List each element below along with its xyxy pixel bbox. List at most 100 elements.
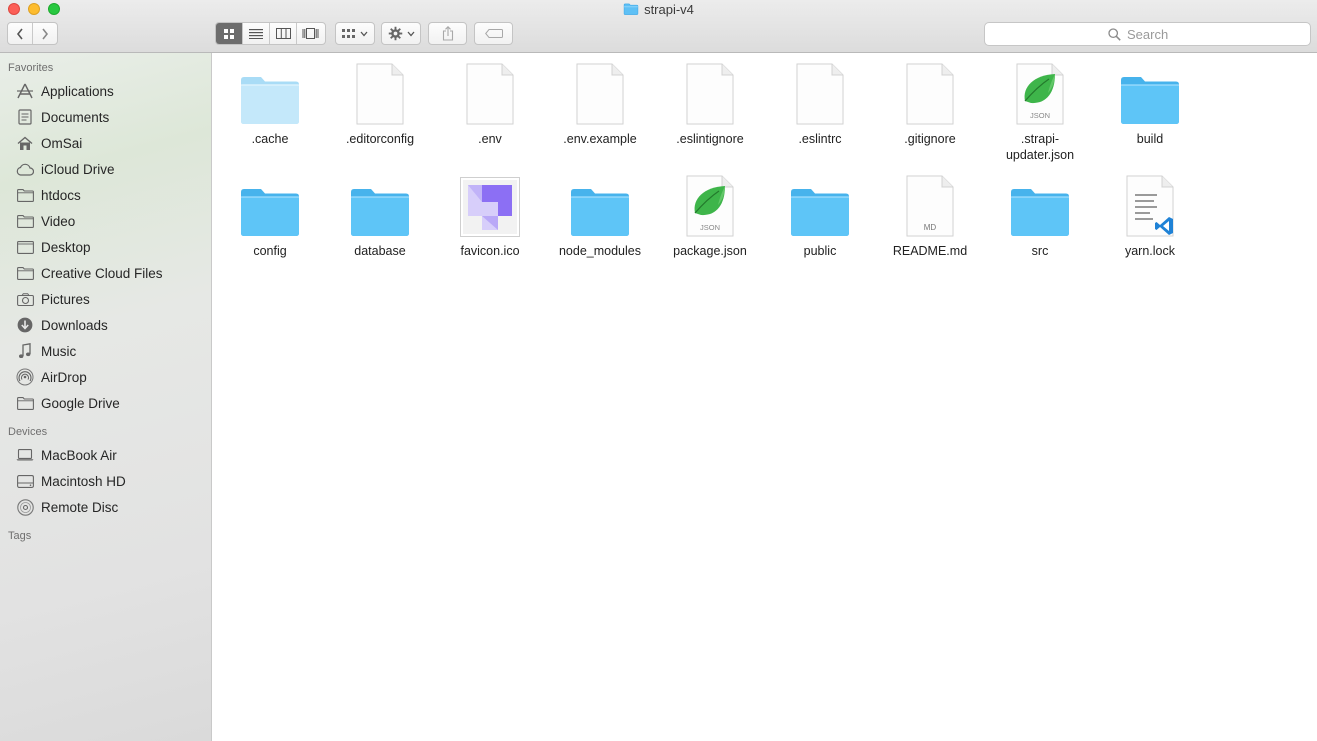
sidebar-item-airdrop[interactable]: AirDrop <box>0 364 211 390</box>
file-item[interactable]: public <box>765 173 875 259</box>
sidebar-item-music[interactable]: Music <box>0 338 211 364</box>
sidebar-item-htdocs[interactable]: htdocs <box>0 182 211 208</box>
document-icon <box>678 61 742 125</box>
documents-icon <box>16 109 34 125</box>
file-item[interactable]: .eslintignore <box>655 61 765 147</box>
file-item[interactable]: .env <box>435 61 545 147</box>
sidebar-item-label: Applications <box>41 83 114 99</box>
sidebar-item-label: Creative Cloud Files <box>41 265 163 281</box>
folder-icon <box>16 187 34 203</box>
file-item[interactable]: .cache <box>215 61 325 147</box>
sidebar-item-google-drive[interactable]: Google Drive <box>0 390 211 416</box>
column-view-button[interactable] <box>270 23 297 44</box>
sidebar-item-label: Desktop <box>41 239 91 255</box>
file-item[interactable]: config <box>215 173 325 259</box>
file-name: build <box>1136 132 1164 146</box>
action-button[interactable] <box>381 22 421 45</box>
window-toolbar: strapi-v4 <box>0 0 1317 53</box>
sidebar-item-downloads[interactable]: Downloads <box>0 312 211 338</box>
sidebar-item-label: Video <box>41 213 76 229</box>
folder-icon <box>238 61 302 125</box>
folder-icon <box>1118 61 1182 125</box>
desktop-icon <box>16 239 34 255</box>
cover-flow-view-button[interactable] <box>297 23 324 44</box>
file-item[interactable]: JSON package.json <box>655 173 765 259</box>
sidebar-item-label: htdocs <box>41 187 81 203</box>
sidebar-item-macbook-air[interactable]: MacBook Air <box>0 442 211 468</box>
file-name: .cache <box>251 132 289 146</box>
folder-icon <box>623 3 639 15</box>
sidebar-item-macintosh-hd[interactable]: Macintosh HD <box>0 468 211 494</box>
navigation-buttons <box>7 22 58 45</box>
sidebar-item-remote-disc[interactable]: Remote Disc <box>0 494 211 520</box>
file-name: .editorconfig <box>345 132 415 146</box>
file-name: .env.example <box>563 132 637 146</box>
sidebar-item-video[interactable]: Video <box>0 208 211 234</box>
tag-icon <box>484 29 503 38</box>
cover-flow-icon <box>302 28 319 39</box>
edit-tags-button[interactable] <box>474 22 513 45</box>
file-name: database <box>354 244 406 258</box>
file-item[interactable]: .editorconfig <box>325 61 435 147</box>
svg-text:JSON: JSON <box>700 223 720 232</box>
sidebar-item-omsai[interactable]: OmSai <box>0 130 211 156</box>
camera-icon <box>16 291 34 307</box>
file-item[interactable]: node_modules <box>545 173 655 259</box>
sidebar-item-pictures[interactable]: Pictures <box>0 286 211 312</box>
back-button[interactable] <box>8 23 33 44</box>
sidebar: Favorites Applications Documents OmSai i… <box>0 53 212 741</box>
folder-icon <box>568 173 632 237</box>
file-item[interactable]: favicon.ico <box>435 173 545 259</box>
file-item[interactable]: .eslintrc <box>765 61 875 147</box>
sidebar-item-label: Music <box>41 343 77 359</box>
chevron-down-icon <box>360 31 368 36</box>
share-icon <box>442 26 453 41</box>
search-field[interactable] <box>984 22 1311 46</box>
share-button[interactable] <box>428 22 467 45</box>
applications-icon <box>16 83 34 99</box>
file-item[interactable]: MD README.md <box>875 173 985 259</box>
file-item[interactable]: yarn.lock <box>1095 173 1205 259</box>
file-name: yarn.lock <box>1124 244 1176 258</box>
view-mode-control <box>215 22 326 45</box>
sidebar-item-creative-cloud-files[interactable]: Creative Cloud Files <box>0 260 211 286</box>
folder-icon <box>348 173 412 237</box>
sidebar-item-desktop[interactable]: Desktop <box>0 234 211 260</box>
markdown-file-icon: MD <box>898 173 962 237</box>
download-icon <box>16 317 34 333</box>
list-view-button[interactable] <box>243 23 270 44</box>
file-name: node_modules <box>558 244 641 258</box>
file-item[interactable]: .env.example <box>545 61 655 147</box>
laptop-icon <box>16 447 34 463</box>
list-view-icon <box>249 29 263 39</box>
folder-icon <box>16 395 34 411</box>
sidebar-item-documents[interactable]: Documents <box>0 104 211 130</box>
file-item[interactable]: .gitignore <box>875 61 985 147</box>
hard-drive-icon <box>16 473 34 489</box>
sidebar-item-label: MacBook Air <box>41 447 117 463</box>
file-item[interactable]: JSON .strapi-updater.json <box>985 61 1095 163</box>
file-item[interactable]: database <box>325 173 435 259</box>
document-icon <box>348 61 412 125</box>
home-icon <box>16 135 34 151</box>
column-view-icon <box>275 28 291 39</box>
file-name: .eslintrc <box>798 132 842 146</box>
airdrop-icon <box>16 368 34 386</box>
search-input[interactable] <box>1127 26 1187 42</box>
search-icon <box>1108 27 1121 41</box>
document-icon <box>568 61 632 125</box>
group-by-button[interactable] <box>335 22 375 45</box>
file-name: README.md <box>892 244 968 258</box>
sidebar-item-label: AirDrop <box>41 369 87 385</box>
vscode-file-icon <box>1118 173 1182 237</box>
icon-view-button[interactable] <box>216 23 243 44</box>
sidebar-item-label: Google Drive <box>41 395 120 411</box>
sidebar-item-applications[interactable]: Applications <box>0 78 211 104</box>
forward-button[interactable] <box>33 23 57 44</box>
sidebar-item-icloud-drive[interactable]: iCloud Drive <box>0 156 211 182</box>
cloud-icon <box>16 161 34 177</box>
file-item[interactable]: src <box>985 173 1095 259</box>
file-item[interactable]: build <box>1095 61 1205 147</box>
disc-icon <box>16 498 34 516</box>
sidebar-item-label: Documents <box>41 109 110 125</box>
